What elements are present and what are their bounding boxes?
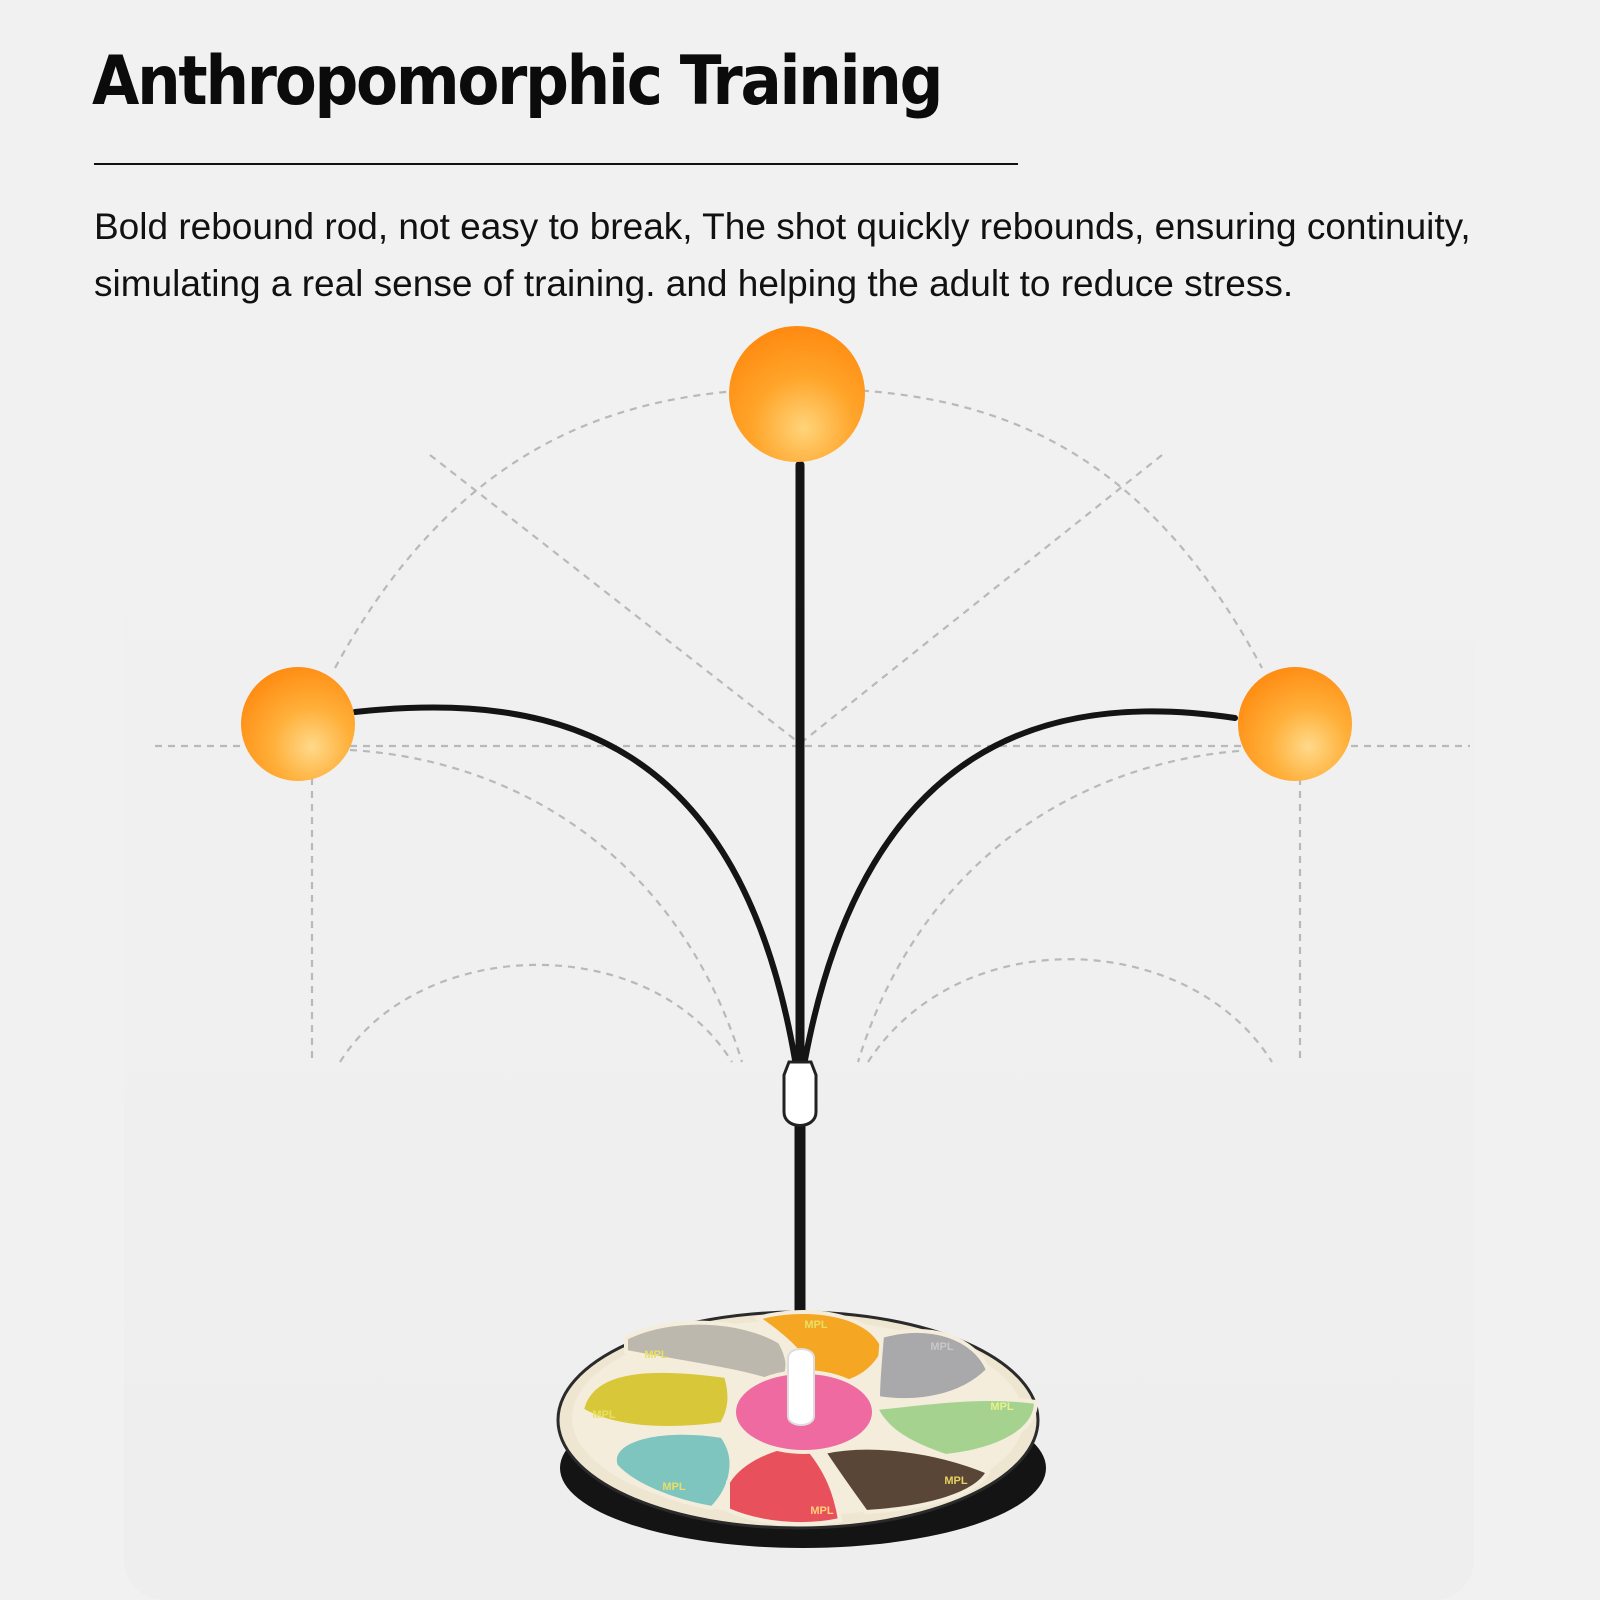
segment-label-8: MPL [944, 1475, 968, 1487]
base-socket [787, 1348, 815, 1426]
segment-label-6: MPL [662, 1481, 686, 1493]
segment-label-5: MPL [990, 1401, 1014, 1413]
segment-label-7: MPL [810, 1505, 834, 1517]
left-ball [241, 667, 355, 781]
segment-label-4: MPL [592, 1409, 616, 1421]
rebound-trainer-illustration: MPL MPL MPL MPL MPL MPL MPL MPL [124, 326, 1474, 1600]
weighted-base: MPL MPL MPL MPL MPL MPL MPL MPL [556, 1310, 1046, 1548]
right-ball [1238, 667, 1352, 781]
segment-label-3: MPL [930, 1341, 954, 1353]
segment-label-2: MPL [804, 1319, 828, 1331]
rod-connector [782, 1060, 818, 1127]
segment-label-1: MPL [644, 1349, 668, 1361]
top-ball [729, 326, 865, 462]
product-infographic: Anthropomorphic Training Bold rebound ro… [0, 0, 1600, 1600]
